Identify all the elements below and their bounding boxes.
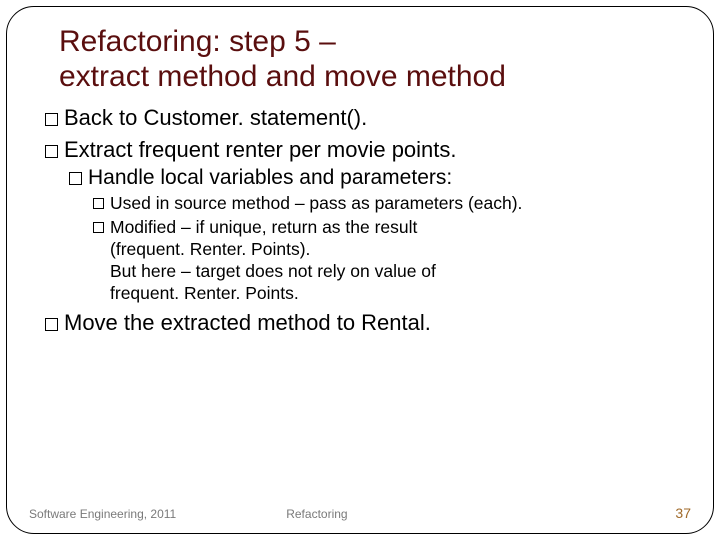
bullet-text: Used in source method – pass as paramete…	[110, 193, 522, 213]
bullet-list: Back to Customer. statement(). Extract f…	[35, 104, 685, 336]
bullet-text: Move the extracted method to Rental.	[64, 310, 431, 335]
bullet-text: But here – target does not rely on value…	[110, 261, 436, 281]
title-line-1: Refactoring: step 5 –	[59, 25, 336, 58]
slide-frame: Refactoring: step 5 – extract method and…	[6, 6, 714, 534]
bullet-text: (frequent. Renter. Points).	[110, 239, 310, 259]
square-bullet-icon	[93, 198, 104, 209]
square-bullet-icon	[45, 113, 58, 126]
bullet-l1: Move the extracted method to Rental.	[45, 309, 685, 337]
bullet-l1: Extract frequent renter per movie points…	[45, 136, 685, 164]
footer-center: Refactoring	[176, 507, 675, 521]
bullet-text: Back to Customer. statement().	[64, 105, 367, 130]
bullet-text: Handle local variables and parameters:	[88, 166, 452, 189]
square-bullet-icon	[45, 145, 58, 158]
square-bullet-icon	[45, 318, 58, 331]
square-bullet-icon	[93, 222, 104, 233]
bullet-text: frequent. Renter. Points.	[110, 283, 299, 303]
bullet-l1: Back to Customer. statement().	[45, 104, 685, 132]
bullet-text: Modified – if unique, return as the resu…	[110, 217, 417, 237]
slide-title: Refactoring: step 5 – extract method and…	[59, 25, 685, 94]
footer-left: Software Engineering, 2011	[29, 507, 176, 521]
title-line-2: extract method and move method	[59, 60, 506, 93]
bullet-l3-cont: But here – target does not rely on value…	[110, 261, 685, 283]
bullet-l2: Handle local variables and parameters:	[69, 165, 685, 191]
bullet-l3: Used in source method – pass as paramete…	[93, 193, 685, 215]
page-number: 37	[675, 505, 691, 521]
slide-footer: Software Engineering, 2011 Refactoring 3…	[29, 505, 691, 521]
bullet-l3-cont: (frequent. Renter. Points).	[110, 239, 685, 261]
bullet-text: Extract frequent renter per movie points…	[64, 137, 457, 162]
square-bullet-icon	[69, 172, 82, 185]
bullet-l3-cont: frequent. Renter. Points.	[110, 283, 685, 305]
bullet-l3: Modified – if unique, return as the resu…	[93, 217, 685, 239]
